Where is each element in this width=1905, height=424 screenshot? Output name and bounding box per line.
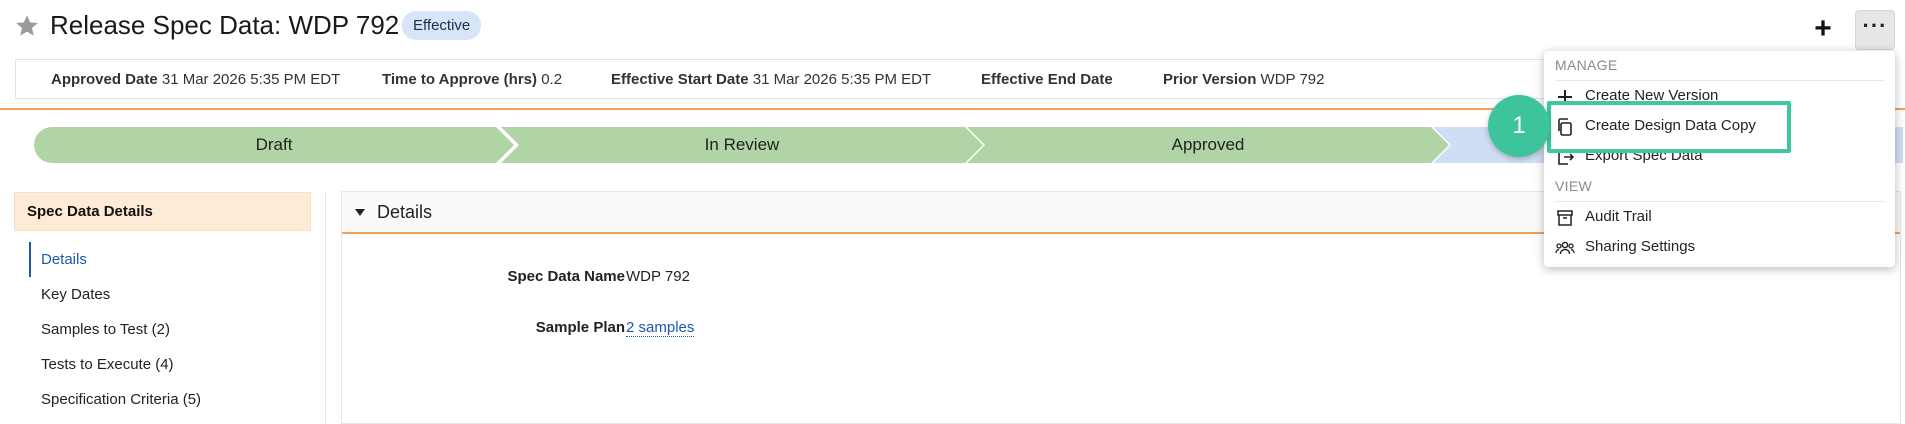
sidebar-item-specification-criteria[interactable]: Specification Criteria (5) bbox=[29, 382, 299, 417]
plus-icon bbox=[1558, 90, 1572, 104]
menu-item-label: Create New Version bbox=[1585, 87, 1719, 104]
time-to-approve-value: 0.2 bbox=[541, 71, 563, 88]
step-label: In Review bbox=[704, 135, 780, 154]
effective-start-label: Effective Start Date bbox=[611, 71, 749, 88]
sidebar-item-details[interactable]: Details bbox=[29, 242, 299, 277]
lifecycle-step-in-review: In Review bbox=[501, 127, 983, 163]
ellipsis-icon: ··· bbox=[1862, 13, 1888, 38]
effective-start-date: Effective Start Date 31 Mar 2026 5:35 PM… bbox=[611, 71, 931, 88]
sidebar-item-key-dates[interactable]: Key Dates bbox=[29, 277, 299, 312]
export-icon bbox=[1558, 149, 1575, 165]
time-to-approve: Time to Approve (hrs) 0.2 bbox=[382, 71, 562, 88]
field-label-sample-plan: Sample Plan bbox=[535, 319, 625, 336]
field-label-spec-data-name: Spec Data Name bbox=[507, 268, 625, 285]
add-button[interactable]: + bbox=[1806, 14, 1840, 48]
sidebar-item-tests-to-execute[interactable]: Tests to Execute (4) bbox=[29, 347, 299, 382]
sidebar-heading: Spec Data Details bbox=[14, 192, 311, 231]
prior-version: Prior Version WDP 792 bbox=[1163, 71, 1324, 88]
archive-icon bbox=[1557, 210, 1573, 226]
field-value-spec-data-name: WDP 792 bbox=[626, 268, 690, 285]
field-value-sample-plan: 2 samples bbox=[626, 319, 695, 337]
time-to-approve-label: Time to Approve (hrs) bbox=[382, 71, 538, 88]
menu-item-label: Create Design Data Copy bbox=[1585, 117, 1756, 134]
menu-item-create-new-version[interactable]: Create New Version bbox=[1555, 82, 1885, 110]
details-sidebar: Spec Data Details Details Key Dates Samp… bbox=[14, 192, 311, 408]
menu-item-label: Audit Trail bbox=[1585, 208, 1652, 225]
menu-section-manage: MANAGE bbox=[1555, 57, 1618, 73]
menu-divider bbox=[1555, 80, 1885, 81]
step-marker: 1 bbox=[1488, 95, 1550, 157]
approved-date-value: 31 Mar 2026 5:35 PM EDT bbox=[161, 71, 341, 88]
actions-menu: MANAGE Create New Version Create Design … bbox=[1544, 51, 1895, 267]
menu-divider bbox=[1555, 201, 1885, 202]
sidebar-item-samples-to-test[interactable]: Samples to Test (2) bbox=[29, 312, 299, 347]
effective-end-date: Effective End Date bbox=[981, 71, 1113, 88]
star-icon[interactable] bbox=[14, 13, 40, 39]
effective-end-label: Effective End Date bbox=[981, 71, 1113, 88]
more-actions-button[interactable]: ··· bbox=[1855, 10, 1895, 50]
approved-date-label: Approved Date bbox=[51, 71, 158, 88]
people-icon bbox=[1555, 241, 1575, 255]
menu-item-sharing-settings[interactable]: Sharing Settings bbox=[1555, 233, 1885, 261]
section-title: Details bbox=[377, 202, 433, 222]
lifecycle-step-approved: Approved bbox=[967, 127, 1449, 163]
step-label: Draft bbox=[255, 135, 293, 154]
caret-down-icon[interactable] bbox=[355, 209, 365, 216]
page-title: Release Spec Data: WDP 792 bbox=[50, 10, 400, 40]
sample-plan-link[interactable]: 2 samples bbox=[626, 319, 695, 337]
prior-version-label: Prior Version bbox=[1163, 71, 1257, 88]
menu-item-label: Export Spec Data bbox=[1585, 147, 1703, 164]
menu-section-view: VIEW bbox=[1555, 178, 1592, 194]
menu-item-label: Sharing Settings bbox=[1585, 238, 1696, 255]
step-label: Approved bbox=[1171, 135, 1245, 154]
menu-item-audit-trail[interactable]: Audit Trail bbox=[1555, 203, 1885, 231]
sidebar-divider bbox=[325, 192, 326, 424]
menu-item-create-design-data-copy[interactable]: Create Design Data Copy bbox=[1555, 112, 1885, 140]
plus-icon: + bbox=[1814, 12, 1832, 45]
lifecycle-step-draft: Draft bbox=[34, 127, 514, 163]
menu-item-export-spec-data[interactable]: Export Spec Data bbox=[1555, 142, 1885, 170]
record-meta-bar: Approved Date 31 Mar 2026 5:35 PM EDT Ti… bbox=[15, 59, 1560, 99]
approved-date: Approved Date 31 Mar 2026 5:35 PM EDT bbox=[51, 71, 340, 88]
effective-start-value: 31 Mar 2026 5:35 PM EDT bbox=[752, 71, 932, 88]
prior-version-value[interactable]: WDP 792 bbox=[1261, 71, 1325, 88]
status-badge: Effective bbox=[402, 11, 482, 40]
sidebar-nav: Details Key Dates Samples to Test (2) Te… bbox=[29, 242, 299, 417]
record-header: Release Spec Data: WDP 792 Effective + ·… bbox=[0, 0, 1905, 52]
copy-icon bbox=[1558, 118, 1572, 136]
